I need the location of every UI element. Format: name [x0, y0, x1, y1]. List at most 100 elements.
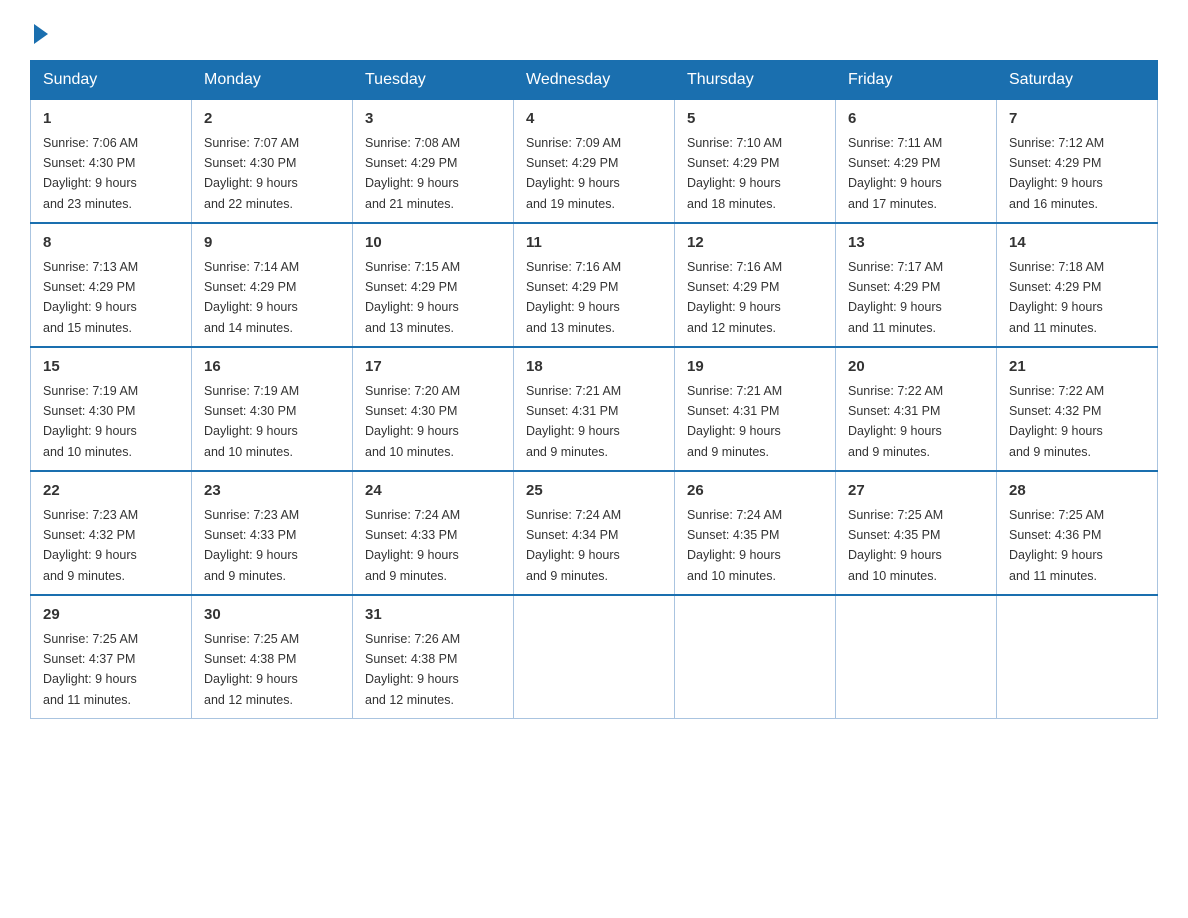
day-info: Sunrise: 7:24 AMSunset: 4:34 PMDaylight:… [526, 508, 621, 583]
calendar-cell: 8 Sunrise: 7:13 AMSunset: 4:29 PMDayligh… [31, 223, 192, 347]
day-number: 20 [848, 356, 984, 379]
weekday-header-tuesday: Tuesday [353, 61, 514, 100]
day-number: 28 [1009, 480, 1145, 503]
page-header [30, 20, 1158, 40]
calendar-cell: 12 Sunrise: 7:16 AMSunset: 4:29 PMDaylig… [675, 223, 836, 347]
day-number: 23 [204, 480, 340, 503]
calendar-cell: 2 Sunrise: 7:07 AMSunset: 4:30 PMDayligh… [192, 100, 353, 224]
day-info: Sunrise: 7:15 AMSunset: 4:29 PMDaylight:… [365, 260, 460, 335]
day-info: Sunrise: 7:16 AMSunset: 4:29 PMDaylight:… [687, 260, 782, 335]
day-number: 27 [848, 480, 984, 503]
day-number: 5 [687, 108, 823, 131]
day-info: Sunrise: 7:25 AMSunset: 4:37 PMDaylight:… [43, 632, 138, 707]
day-number: 25 [526, 480, 662, 503]
day-info: Sunrise: 7:22 AMSunset: 4:31 PMDaylight:… [848, 384, 943, 459]
calendar-cell: 20 Sunrise: 7:22 AMSunset: 4:31 PMDaylig… [836, 347, 997, 471]
day-info: Sunrise: 7:23 AMSunset: 4:33 PMDaylight:… [204, 508, 299, 583]
day-number: 16 [204, 356, 340, 379]
calendar-cell: 27 Sunrise: 7:25 AMSunset: 4:35 PMDaylig… [836, 471, 997, 595]
calendar-cell: 26 Sunrise: 7:24 AMSunset: 4:35 PMDaylig… [675, 471, 836, 595]
weekday-header-saturday: Saturday [997, 61, 1158, 100]
weekday-header-monday: Monday [192, 61, 353, 100]
logo-arrow-icon [34, 24, 48, 44]
day-info: Sunrise: 7:13 AMSunset: 4:29 PMDaylight:… [43, 260, 138, 335]
day-number: 9 [204, 232, 340, 255]
calendar-cell: 15 Sunrise: 7:19 AMSunset: 4:30 PMDaylig… [31, 347, 192, 471]
calendar-cell: 11 Sunrise: 7:16 AMSunset: 4:29 PMDaylig… [514, 223, 675, 347]
day-info: Sunrise: 7:20 AMSunset: 4:30 PMDaylight:… [365, 384, 460, 459]
calendar-cell [675, 595, 836, 719]
day-number: 2 [204, 108, 340, 131]
day-info: Sunrise: 7:06 AMSunset: 4:30 PMDaylight:… [43, 136, 138, 211]
calendar-week-row-1: 1 Sunrise: 7:06 AMSunset: 4:30 PMDayligh… [31, 100, 1158, 224]
day-info: Sunrise: 7:23 AMSunset: 4:32 PMDaylight:… [43, 508, 138, 583]
day-number: 13 [848, 232, 984, 255]
calendar-cell: 30 Sunrise: 7:25 AMSunset: 4:38 PMDaylig… [192, 595, 353, 719]
calendar-cell: 18 Sunrise: 7:21 AMSunset: 4:31 PMDaylig… [514, 347, 675, 471]
weekday-header-wednesday: Wednesday [514, 61, 675, 100]
day-number: 11 [526, 232, 662, 255]
calendar-week-row-5: 29 Sunrise: 7:25 AMSunset: 4:37 PMDaylig… [31, 595, 1158, 719]
calendar-cell: 9 Sunrise: 7:14 AMSunset: 4:29 PMDayligh… [192, 223, 353, 347]
day-info: Sunrise: 7:21 AMSunset: 4:31 PMDaylight:… [526, 384, 621, 459]
calendar-cell: 28 Sunrise: 7:25 AMSunset: 4:36 PMDaylig… [997, 471, 1158, 595]
calendar-cell: 6 Sunrise: 7:11 AMSunset: 4:29 PMDayligh… [836, 100, 997, 224]
calendar-cell: 14 Sunrise: 7:18 AMSunset: 4:29 PMDaylig… [997, 223, 1158, 347]
calendar-cell: 22 Sunrise: 7:23 AMSunset: 4:32 PMDaylig… [31, 471, 192, 595]
day-number: 14 [1009, 232, 1145, 255]
day-number: 7 [1009, 108, 1145, 131]
day-number: 3 [365, 108, 501, 131]
day-number: 31 [365, 604, 501, 627]
calendar-cell: 31 Sunrise: 7:26 AMSunset: 4:38 PMDaylig… [353, 595, 514, 719]
weekday-header-sunday: Sunday [31, 61, 192, 100]
day-info: Sunrise: 7:19 AMSunset: 4:30 PMDaylight:… [43, 384, 138, 459]
day-info: Sunrise: 7:24 AMSunset: 4:35 PMDaylight:… [687, 508, 782, 583]
weekday-header-thursday: Thursday [675, 61, 836, 100]
day-info: Sunrise: 7:18 AMSunset: 4:29 PMDaylight:… [1009, 260, 1104, 335]
day-info: Sunrise: 7:16 AMSunset: 4:29 PMDaylight:… [526, 260, 621, 335]
calendar-week-row-2: 8 Sunrise: 7:13 AMSunset: 4:29 PMDayligh… [31, 223, 1158, 347]
calendar-cell: 16 Sunrise: 7:19 AMSunset: 4:30 PMDaylig… [192, 347, 353, 471]
day-number: 21 [1009, 356, 1145, 379]
calendar-cell: 17 Sunrise: 7:20 AMSunset: 4:30 PMDaylig… [353, 347, 514, 471]
calendar-cell: 1 Sunrise: 7:06 AMSunset: 4:30 PMDayligh… [31, 100, 192, 224]
day-number: 6 [848, 108, 984, 131]
calendar-cell: 3 Sunrise: 7:08 AMSunset: 4:29 PMDayligh… [353, 100, 514, 224]
day-number: 15 [43, 356, 179, 379]
day-info: Sunrise: 7:09 AMSunset: 4:29 PMDaylight:… [526, 136, 621, 211]
day-info: Sunrise: 7:14 AMSunset: 4:29 PMDaylight:… [204, 260, 299, 335]
day-info: Sunrise: 7:24 AMSunset: 4:33 PMDaylight:… [365, 508, 460, 583]
day-number: 18 [526, 356, 662, 379]
calendar-cell: 29 Sunrise: 7:25 AMSunset: 4:37 PMDaylig… [31, 595, 192, 719]
calendar-cell [514, 595, 675, 719]
day-info: Sunrise: 7:08 AMSunset: 4:29 PMDaylight:… [365, 136, 460, 211]
day-info: Sunrise: 7:25 AMSunset: 4:35 PMDaylight:… [848, 508, 943, 583]
calendar-week-row-4: 22 Sunrise: 7:23 AMSunset: 4:32 PMDaylig… [31, 471, 1158, 595]
day-info: Sunrise: 7:26 AMSunset: 4:38 PMDaylight:… [365, 632, 460, 707]
day-number: 19 [687, 356, 823, 379]
calendar-cell: 25 Sunrise: 7:24 AMSunset: 4:34 PMDaylig… [514, 471, 675, 595]
day-info: Sunrise: 7:25 AMSunset: 4:36 PMDaylight:… [1009, 508, 1104, 583]
day-info: Sunrise: 7:25 AMSunset: 4:38 PMDaylight:… [204, 632, 299, 707]
day-number: 22 [43, 480, 179, 503]
day-number: 17 [365, 356, 501, 379]
calendar-cell: 19 Sunrise: 7:21 AMSunset: 4:31 PMDaylig… [675, 347, 836, 471]
calendar-cell: 4 Sunrise: 7:09 AMSunset: 4:29 PMDayligh… [514, 100, 675, 224]
day-number: 26 [687, 480, 823, 503]
day-number: 29 [43, 604, 179, 627]
calendar-cell: 13 Sunrise: 7:17 AMSunset: 4:29 PMDaylig… [836, 223, 997, 347]
day-number: 10 [365, 232, 501, 255]
day-info: Sunrise: 7:10 AMSunset: 4:29 PMDaylight:… [687, 136, 782, 211]
day-number: 24 [365, 480, 501, 503]
calendar-cell: 24 Sunrise: 7:24 AMSunset: 4:33 PMDaylig… [353, 471, 514, 595]
day-number: 4 [526, 108, 662, 131]
day-info: Sunrise: 7:21 AMSunset: 4:31 PMDaylight:… [687, 384, 782, 459]
calendar-cell [997, 595, 1158, 719]
day-number: 12 [687, 232, 823, 255]
logo [30, 20, 48, 40]
day-number: 8 [43, 232, 179, 255]
day-info: Sunrise: 7:19 AMSunset: 4:30 PMDaylight:… [204, 384, 299, 459]
calendar-cell [836, 595, 997, 719]
calendar-week-row-3: 15 Sunrise: 7:19 AMSunset: 4:30 PMDaylig… [31, 347, 1158, 471]
calendar-cell: 5 Sunrise: 7:10 AMSunset: 4:29 PMDayligh… [675, 100, 836, 224]
